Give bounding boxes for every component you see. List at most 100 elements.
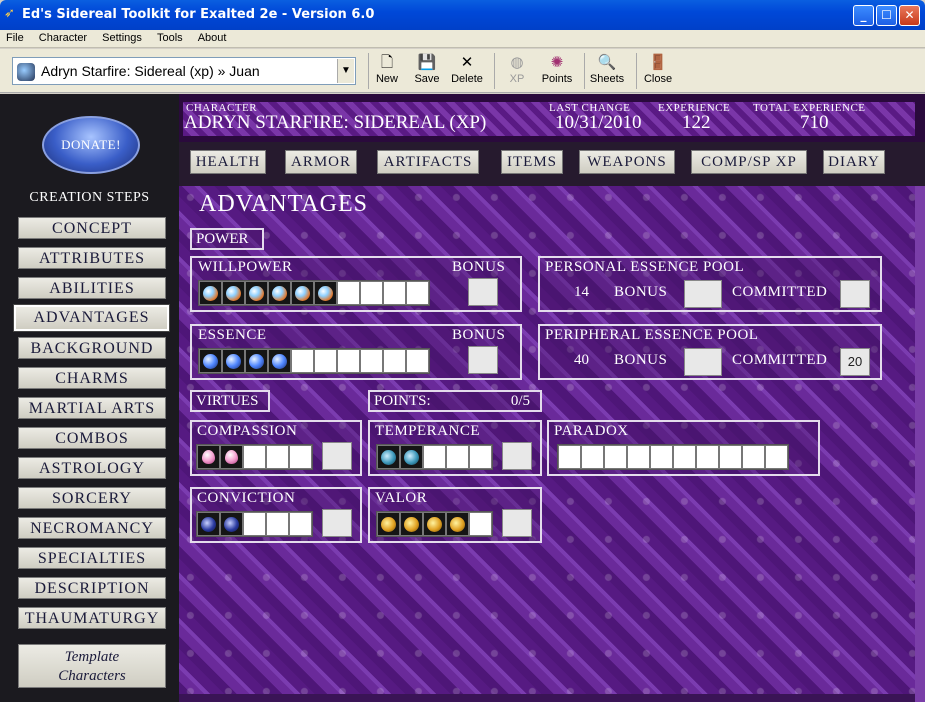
step-specialties[interactable]: SPECIALTIES [18, 547, 166, 569]
new-button[interactable]: 🗋 New [372, 53, 402, 91]
sheets-button[interactable]: 🔍 Sheets [588, 53, 626, 91]
menu-settings[interactable]: Settings [96, 30, 148, 44]
conviction-dot[interactable] [243, 512, 266, 536]
menu-about[interactable]: About [192, 30, 233, 44]
paradox-dot[interactable] [650, 445, 673, 469]
conviction-dots[interactable] [196, 511, 313, 537]
paradox-dot[interactable] [673, 445, 696, 469]
peripheral-pool-committed-input[interactable]: 20 [840, 348, 870, 376]
willpower-dot[interactable] [383, 281, 406, 305]
paradox-dots[interactable] [557, 444, 789, 470]
conviction-dot[interactable] [220, 512, 243, 536]
essence-dot[interactable] [291, 349, 314, 373]
menu-tools[interactable]: Tools [151, 30, 189, 44]
valor-bonus-input[interactable] [502, 509, 532, 537]
peripheral-pool-bonus-input[interactable] [684, 348, 722, 376]
delete-button[interactable]: ✕ Delete [449, 53, 485, 91]
paradox-dot[interactable] [742, 445, 765, 469]
temperance-dot[interactable] [400, 445, 423, 469]
conviction-dot[interactable] [289, 512, 312, 536]
valor-dot[interactable] [469, 512, 492, 536]
paradox-dot[interactable] [765, 445, 788, 469]
donate-button[interactable]: DONATE! [42, 116, 140, 174]
save-button[interactable]: 💾 Save [412, 53, 442, 91]
willpower-dot[interactable] [199, 281, 222, 305]
compassion-dots[interactable] [196, 444, 313, 470]
step-advantages[interactable]: ADVANTAGES [14, 305, 169, 331]
willpower-bonus-input[interactable] [468, 278, 498, 306]
compassion-dot[interactable] [266, 445, 289, 469]
paradox-dot[interactable] [696, 445, 719, 469]
willpower-dot[interactable] [245, 281, 268, 305]
essence-dots[interactable] [198, 348, 430, 374]
willpower-dot[interactable] [314, 281, 337, 305]
window-title-bar[interactable]: ➶ Ed's Sidereal Toolkit for Exalted 2e -… [0, 0, 925, 30]
compassion-dot[interactable] [197, 445, 220, 469]
conviction-dot[interactable] [197, 512, 220, 536]
willpower-dot[interactable] [291, 281, 314, 305]
step-background[interactable]: BACKGROUND [18, 337, 166, 359]
tab-artifacts[interactable]: ARTIFACTS [377, 150, 479, 174]
conviction-dot[interactable] [266, 512, 289, 536]
essence-dot[interactable] [314, 349, 337, 373]
essence-dot[interactable] [268, 349, 291, 373]
step-charms[interactable]: CHARMS [18, 367, 166, 389]
essence-dot[interactable] [360, 349, 383, 373]
valor-dot[interactable] [377, 512, 400, 536]
valor-dot[interactable] [423, 512, 446, 536]
chevron-down-icon[interactable]: ▼ [337, 59, 354, 83]
essence-dot[interactable] [406, 349, 429, 373]
essence-dot[interactable] [222, 349, 245, 373]
valor-dots[interactable] [376, 511, 493, 537]
compassion-bonus-input[interactable] [322, 442, 352, 470]
step-abilities[interactable]: ABILITIES [18, 277, 166, 299]
willpower-dot[interactable] [360, 281, 383, 305]
willpower-dots[interactable] [198, 280, 430, 306]
willpower-dot[interactable] [337, 281, 360, 305]
step-description[interactable]: DESCRIPTION [18, 577, 166, 599]
compassion-dot[interactable] [289, 445, 312, 469]
step-martial-arts[interactable]: MARTIAL ARTS [18, 397, 166, 419]
tab-items[interactable]: ITEMS [501, 150, 563, 174]
template-characters-button[interactable]: Template Characters [18, 644, 166, 688]
close-window-button[interactable]: ✕ [899, 5, 920, 26]
menu-character[interactable]: Character [33, 30, 93, 44]
willpower-dot[interactable] [222, 281, 245, 305]
step-sorcery[interactable]: SORCERY [18, 487, 166, 509]
character-select[interactable]: Adryn Starfire: Sidereal (xp) » Juan ▼ [12, 57, 356, 85]
personal-pool-committed-input[interactable] [840, 280, 870, 308]
personal-pool-bonus-input[interactable] [684, 280, 722, 308]
step-combos[interactable]: COMBOS [18, 427, 166, 449]
menu-file[interactable]: File [0, 30, 30, 44]
valor-dot[interactable] [446, 512, 469, 536]
willpower-dot[interactable] [268, 281, 291, 305]
paradox-dot[interactable] [558, 445, 581, 469]
valor-dot[interactable] [400, 512, 423, 536]
temperance-dot[interactable] [423, 445, 446, 469]
minimize-button[interactable]: _ [853, 5, 874, 26]
paradox-dot[interactable] [604, 445, 627, 469]
conviction-bonus-input[interactable] [322, 509, 352, 537]
close-button[interactable]: 🚪 Close [641, 53, 675, 91]
tab-diary[interactable]: DIARY [823, 150, 885, 174]
step-thaumaturgy[interactable]: THAUMATURGY [18, 607, 166, 629]
xp-button[interactable]: ◍ XP [502, 53, 532, 91]
essence-dot[interactable] [337, 349, 360, 373]
temperance-dots[interactable] [376, 444, 493, 470]
maximize-button[interactable]: ☐ [876, 5, 897, 26]
temperance-dot[interactable] [469, 445, 492, 469]
temperance-bonus-input[interactable] [502, 442, 532, 470]
step-concept[interactable]: CONCEPT [18, 217, 166, 239]
tab-comp-sp-xp[interactable]: COMP/SP XP [691, 150, 807, 174]
paradox-dot[interactable] [581, 445, 604, 469]
temperance-dot[interactable] [377, 445, 400, 469]
temperance-dot[interactable] [446, 445, 469, 469]
compassion-dot[interactable] [220, 445, 243, 469]
step-attributes[interactable]: ATTRIBUTES [18, 247, 166, 269]
tab-health[interactable]: HEALTH [190, 150, 266, 174]
step-necromancy[interactable]: NECROMANCY [18, 517, 166, 539]
essence-dot[interactable] [199, 349, 222, 373]
paradox-dot[interactable] [627, 445, 650, 469]
essence-dot[interactable] [383, 349, 406, 373]
essence-dot[interactable] [245, 349, 268, 373]
